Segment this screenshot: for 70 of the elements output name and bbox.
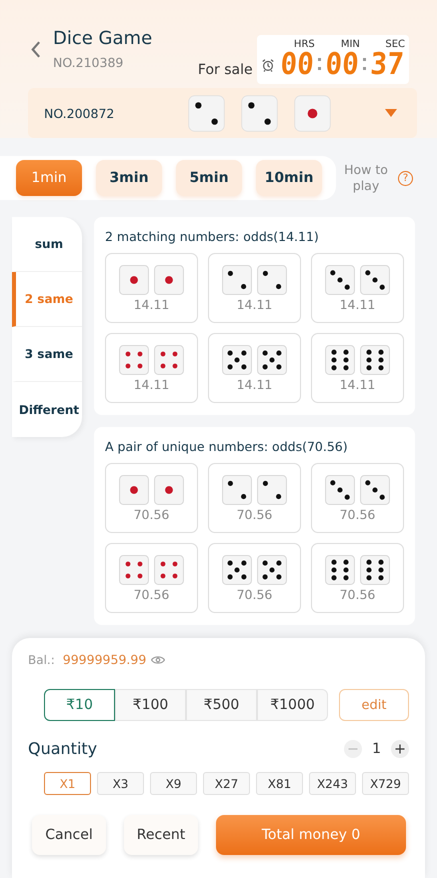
timer-unit-label: HRS [294,39,315,50]
dice-icon [154,554,184,584]
dice-option[interactable]: 70.56 [208,543,301,613]
dice-option[interactable]: 14.11 [208,333,301,403]
plus-icon[interactable] [391,740,409,758]
cancel-button[interactable]: Cancel [32,815,106,855]
dice-icon [154,344,184,374]
dice-option[interactable]: 14.11 [208,253,301,323]
amount-chip[interactable]: ₹1000 [257,689,328,721]
dice-icon [257,264,287,294]
how-to-play-link[interactable]: How to play [342,162,390,194]
amount-chip[interactable]: ₹500 [186,689,257,721]
duration-tab[interactable]: 5min [176,160,242,196]
dice-icon [154,474,184,504]
dice-icon [360,554,390,584]
dice-option[interactable]: 70.56 [311,543,404,613]
last-result-bar[interactable]: NO.200872 [28,88,417,138]
dice-icon [257,554,287,584]
timer-unit-label: MIN [340,39,360,50]
sale-status: For sale [198,62,253,80]
duration-tab[interactable]: 10min [256,160,322,196]
dice-icon [257,344,287,374]
dice-option[interactable]: 14.11 [311,253,404,323]
dice-icon [154,264,184,294]
multiplier-chip[interactable]: X3 [97,772,144,795]
timer-digits: 00 [324,50,360,80]
section-title: 2 matching numbers: odds(14.11) [105,229,320,244]
dice-icon [360,474,390,504]
recent-button[interactable]: Recent [124,815,198,855]
dice-option[interactable]: 14.11 [311,333,404,403]
bet-type-tab[interactable]: 3 same [12,327,82,382]
multiplier-chip[interactable]: X729 [362,772,409,795]
result-issue-number: NO.200872 [44,106,116,120]
quantity-label: Quantity [28,739,98,758]
caret-icon [385,109,397,117]
back-icon[interactable] [30,40,41,58]
multiplier-chip[interactable]: X243 [309,772,356,795]
bet-type-tab[interactable]: Different [12,382,82,437]
dice-option[interactable]: 70.56 [105,463,198,533]
multiplier-chip[interactable]: X27 [203,772,250,795]
dice-option[interactable]: 70.56 [105,543,198,613]
dice-option[interactable]: 70.56 [208,463,301,533]
section-title: A pair of unique numbers: odds(70.56) [105,439,349,454]
help-icon[interactable]: ? [398,170,413,186]
duration-tab[interactable]: 1min [16,160,82,196]
dice-icon [257,474,287,504]
multiplier-chip[interactable]: X81 [256,772,303,795]
edit-button[interactable]: edit [339,689,409,721]
quantity-value: 1 [372,740,381,756]
amount-chip[interactable]: ₹10 [44,689,115,721]
issue-number: NO.210389 [53,55,124,70]
amount-chip[interactable]: ₹100 [115,689,186,721]
balance-value: 99999959.99 [62,652,146,667]
timer-digits: 37 [369,50,405,80]
dice-option[interactable]: 14.11 [105,253,198,323]
timer-digits: 00 [279,50,314,80]
bet-type-tab[interactable]: sum [12,217,82,272]
balance-label: Bal.: [28,652,55,666]
dice-option[interactable]: 14.11 [105,333,198,403]
multiplier-chip[interactable]: X1 [44,772,91,795]
dice-icon [360,344,390,374]
dice-icon [360,264,390,294]
eye-icon[interactable] [151,654,166,664]
bet-type-tab[interactable]: 2 same [12,272,82,327]
game-title: Dice Game [53,28,152,49]
duration-tab[interactable]: 3min [96,160,162,196]
multiplier-chip[interactable]: X9 [150,772,197,795]
timer-unit-label: SEC [385,39,405,50]
alarm-clock-icon [260,58,275,72]
dice-option[interactable]: 70.56 [311,463,404,533]
